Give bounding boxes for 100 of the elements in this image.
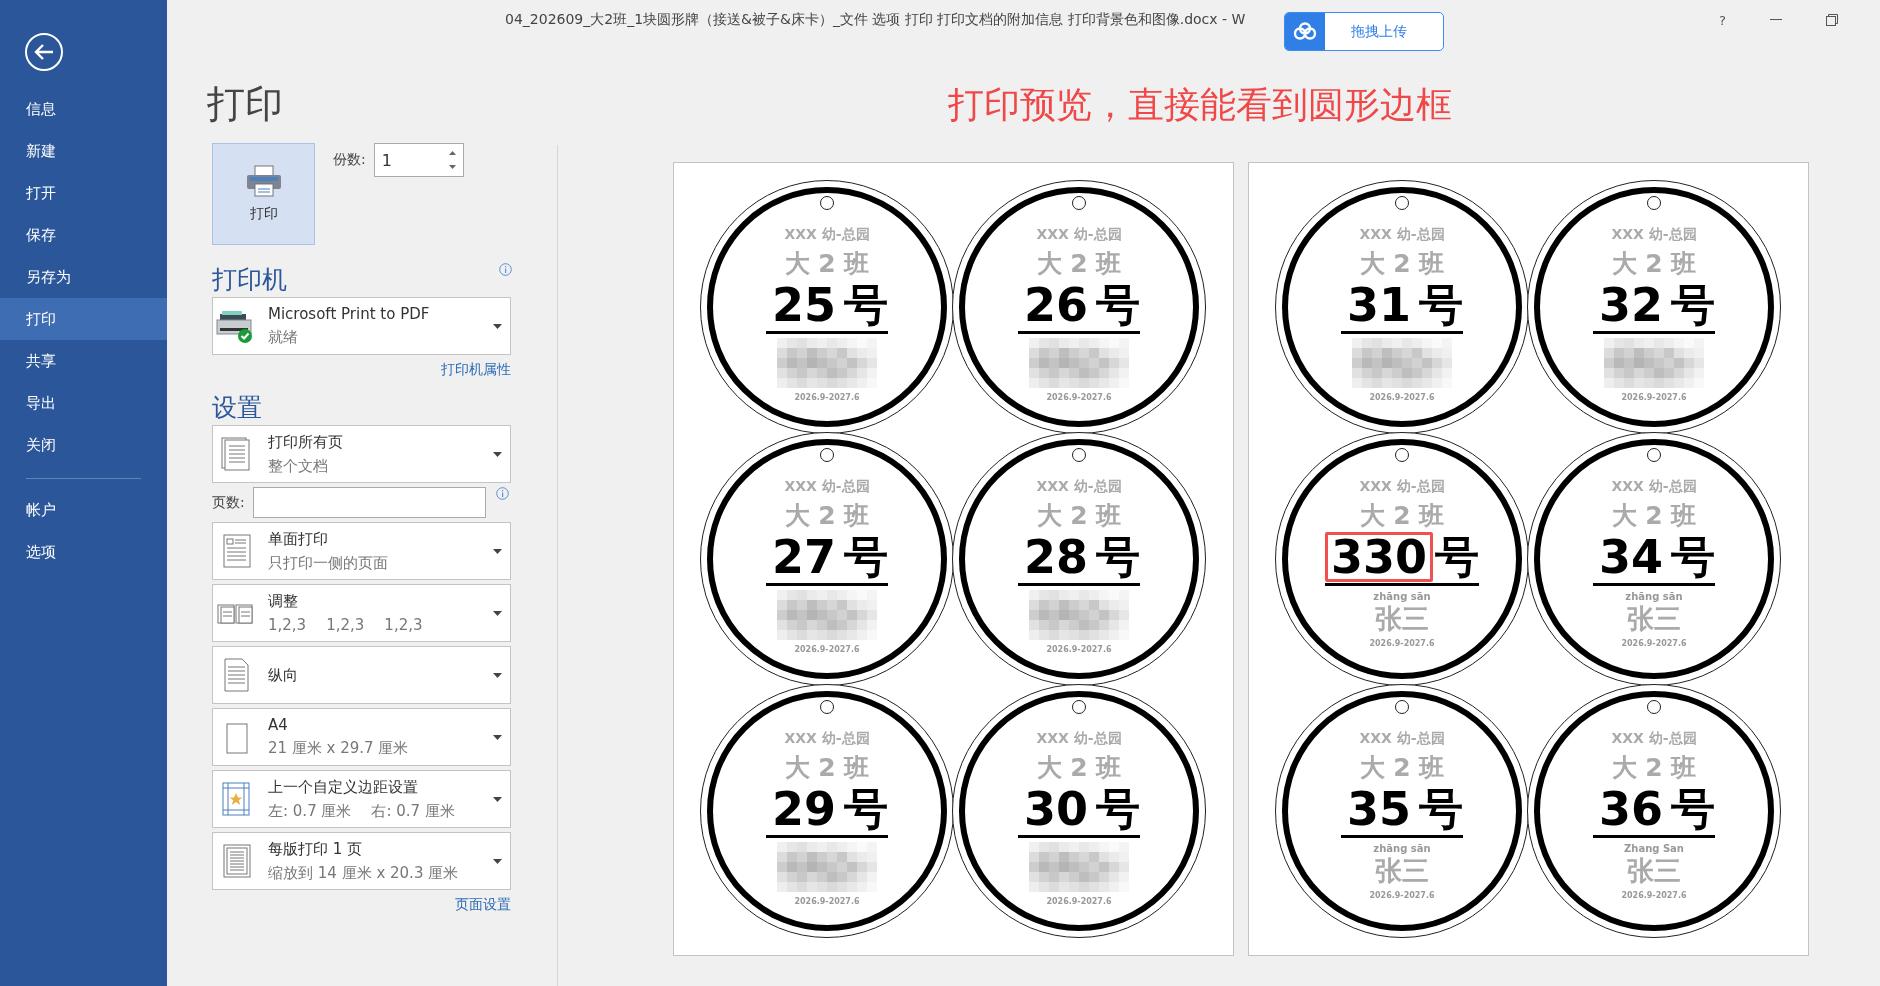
caret-icon [493,548,502,554]
date-range: 2026.9-2027.6 [1046,392,1112,404]
school-name: XXX 幼-总园 [1036,225,1122,243]
number-suffix: 号 [1096,279,1140,331]
date-range: 2026.9-2027.6 [794,896,860,908]
date-range: 2026.9-2027.6 [1621,890,1687,902]
tag-number: 29 [771,784,837,834]
caret-icon [493,672,502,678]
date-range: 2026.9-2027.6 [794,392,860,404]
section-heading: 打印机 [212,264,287,296]
caret-icon [493,858,502,864]
date-range: 2026.9-2027.6 [1621,392,1687,404]
class-name: 大 2 班 [1359,753,1445,783]
pages-label: 页数: [212,493,245,512]
tag-number: 330 [1325,532,1433,582]
school-name: XXX 幼-总园 [1036,729,1122,747]
school-name: XXX 幼-总园 [1359,729,1445,747]
date-range: 2026.9-2027.6 [1046,896,1112,908]
number-suffix: 号 [844,531,888,583]
number-suffix: 号 [844,279,888,331]
sidebar-item[interactable]: 共享 [0,340,167,382]
number-suffix: 号 [1671,279,1715,331]
copies-field[interactable]: 1 [373,143,464,177]
class-name: 大 2 班 [1036,249,1122,279]
spinner-arrows-icon[interactable] [447,149,457,171]
caret-icon [493,796,502,802]
caret-icon [493,451,502,457]
sidebar-item[interactable]: 打开 [0,172,167,214]
help-button[interactable]: ? [1719,12,1726,28]
setting-dropdown[interactable]: A4 21 厘米 x 29.7 厘米 [212,708,511,766]
school-name: XXX 幼-总园 [1036,477,1122,495]
setting-dropdown[interactable]: 每版打印 1 页 缩放到 14 厘米 x 20.3 厘米 [212,832,511,890]
printer-properties-link[interactable]: 打印机属性 [441,361,511,379]
school-name: XXX 幼-总园 [784,225,870,243]
date-range: 2026.9-2027.6 [1369,890,1435,902]
tag-number: 25 [771,280,837,330]
tag-number: 36 [1598,784,1664,834]
minimize-icon[interactable] [1770,19,1782,21]
date-range: 2026.9-2027.6 [1621,638,1687,650]
date-range: 2026.9-2027.6 [1046,644,1112,656]
sidebar-item[interactable]: 导出 [0,382,167,424]
class-name: 大 2 班 [1611,249,1697,279]
sidebar-item[interactable]: 帐户 [0,489,167,531]
child-name: 张三 [1627,856,1681,886]
school-name: XXX 幼-总园 [784,729,870,747]
print-button[interactable]: 打印 [212,143,315,245]
setting-dropdown[interactable]: 调整 1,2,3 1,2,3 1,2,3 [212,584,511,642]
sidebar-item[interactable]: 另存为 [0,256,167,298]
class-name: 大 2 班 [1036,753,1122,783]
child-name: 张三 [1375,856,1429,886]
setting-dropdown[interactable]: 打印所有页 整个文档 [212,425,511,483]
number-suffix: 号 [1096,783,1140,835]
class-name: 大 2 班 [1036,501,1122,531]
cloud-icon [1285,13,1325,50]
sidebar-item[interactable]: 新建 [0,130,167,172]
class-name: 大 2 班 [784,249,870,279]
child-name: 张三 [1627,604,1681,634]
sidebar-item[interactable]: 关闭 [0,424,167,466]
tag-number: 34 [1598,532,1664,582]
section-heading: 设置 [212,392,262,424]
sidebar-item[interactable]: 信息 [0,88,167,130]
printer-dropdown[interactable]: Microsoft Print to PDF 就绪 [212,297,511,355]
school-name: XXX 幼-总园 [1611,225,1697,243]
caret-icon [493,323,502,329]
number-suffix: 号 [1419,783,1463,835]
pinyin-text: zhāng sān [1373,842,1431,856]
date-range: 2026.9-2027.6 [1369,638,1435,650]
tag-number: 28 [1023,532,1089,582]
school-name: XXX 幼-总园 [1611,729,1697,747]
date-range: 2026.9-2027.6 [794,644,860,656]
number-suffix: 号 [1096,531,1140,583]
school-name: XXX 幼-总园 [784,477,870,495]
restore-icon[interactable] [1826,14,1838,26]
setting-dropdown[interactable]: 单面打印 只打印一侧的页面 [212,522,511,580]
setting-dropdown[interactable]: 纵向 [212,646,511,704]
date-range: 2026.9-2027.6 [1369,392,1435,404]
number-suffix: 号 [844,783,888,835]
class-name: 大 2 班 [1611,753,1697,783]
class-name: 大 2 班 [784,501,870,531]
pinyin-text: zhāng sān [1625,590,1683,604]
info-icon[interactable] [495,487,509,500]
window-title: 04_202609_大2班_1块圆形牌（接送&被子&床卡）_文件 选项 打印 打印文档的附加信息 打印背景色和图像.docx - W [505,11,1246,29]
page-setup-link[interactable]: 页面设置 [455,896,511,914]
caret-icon [493,610,502,616]
annotation-text: 打印预览，直接能看到圆形边框 [948,83,1453,127]
tag-number: 26 [1023,280,1089,330]
tag-number: 32 [1598,280,1664,330]
printer-icon [245,165,282,197]
sidebar-item[interactable]: 选项 [0,531,167,573]
sidebar-item[interactable]: 保存 [0,214,167,256]
info-icon[interactable] [499,263,512,276]
setting-dropdown[interactable]: 上一个自定义边距设置 左: 0.7 厘米 右: 0.7 厘米 [212,770,511,828]
caret-icon [493,734,502,740]
number-suffix: 号 [1671,783,1715,835]
class-name: 大 2 班 [1359,501,1445,531]
school-name: XXX 幼-总园 [1359,477,1445,495]
upload-button[interactable]: 拖拽上传 [1284,12,1444,51]
page-title: 打印 [207,82,284,126]
pages-field[interactable] [252,487,486,518]
sidebar-item[interactable]: 打印 [0,298,167,340]
